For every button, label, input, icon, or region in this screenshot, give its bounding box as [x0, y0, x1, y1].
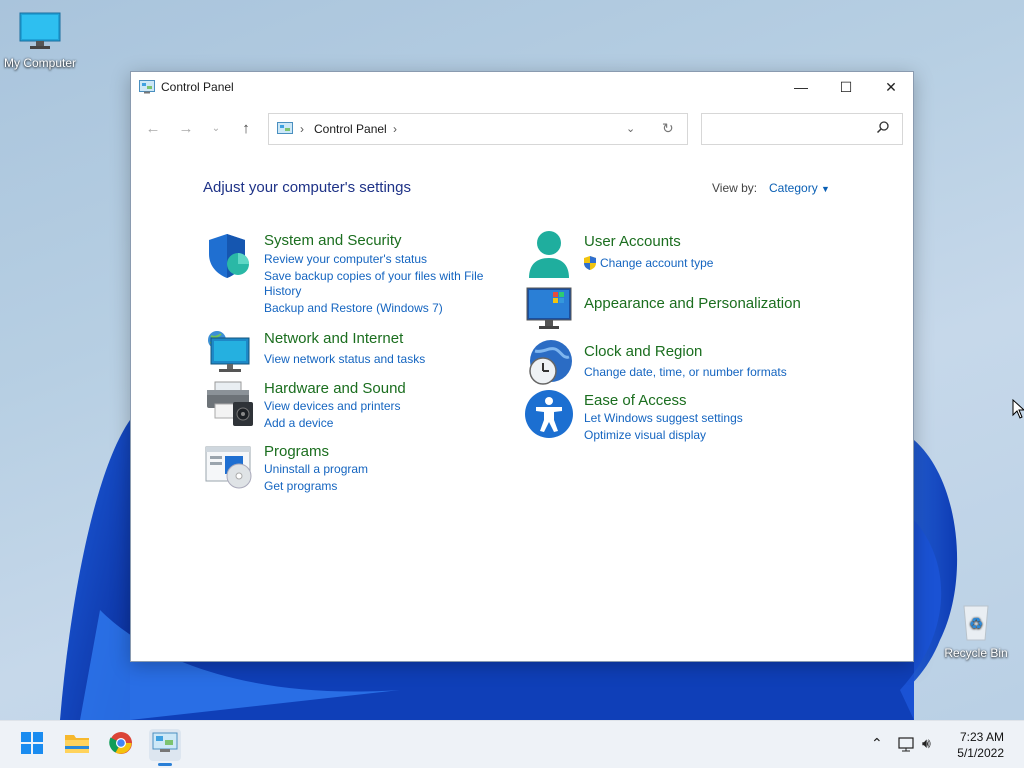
- refresh-icon[interactable]: ↻: [662, 120, 674, 137]
- category-title[interactable]: Clock and Region: [584, 343, 702, 360]
- link-uninstall-program[interactable]: Uninstall a program: [264, 462, 368, 476]
- category-title[interactable]: Appearance and Personalization: [584, 295, 801, 312]
- minimize-icon: —: [794, 79, 808, 95]
- control-panel-window: Control Panel — ☐ ✕ ← → ⌄ ↑ › Control Pa…: [130, 71, 914, 662]
- taskbar-file-explorer[interactable]: [61, 729, 93, 761]
- svg-text:♻: ♻: [969, 616, 983, 633]
- desktop-icon-my-computer[interactable]: My Computer: [0, 12, 80, 70]
- minimize-button[interactable]: —: [778, 72, 824, 102]
- control-panel-icon: [139, 80, 155, 94]
- category-title[interactable]: Programs: [264, 443, 329, 460]
- link-suggest-settings[interactable]: Let Windows suggest settings: [584, 411, 743, 425]
- back-arrow-icon: ←: [145, 120, 161, 137]
- uac-shield-icon: [583, 256, 597, 275]
- category-title[interactable]: System and Security: [264, 232, 402, 249]
- breadcrumb-control-panel[interactable]: Control Panel: [314, 122, 387, 136]
- title-bar[interactable]: Control Panel — ☐ ✕: [131, 72, 913, 102]
- caret-down-icon: ▼: [821, 184, 830, 194]
- link-backup-restore[interactable]: Backup and Restore (Windows 7): [264, 301, 443, 315]
- show-hidden-icons-chevron-icon[interactable]: ⌃: [871, 735, 883, 752]
- link-change-account-type[interactable]: Change account type: [600, 256, 713, 270]
- recent-locations-button[interactable]: ⌄: [206, 120, 226, 138]
- close-button[interactable]: ✕: [868, 72, 914, 102]
- taskbar: ⌃ 🔊︎ 7:23 AM 5/1/2022: [0, 720, 1024, 768]
- clock-globe-icon: [525, 339, 573, 387]
- printer-icon: [205, 380, 253, 428]
- clock-time: 7:23 AM: [959, 730, 1004, 744]
- maximize-icon: ☐: [839, 78, 853, 95]
- chrome-icon: [109, 731, 133, 760]
- close-icon: ✕: [885, 78, 897, 95]
- maximize-button[interactable]: ☐: [823, 72, 869, 102]
- taskbar-chrome[interactable]: [105, 729, 137, 761]
- accessibility-icon: [525, 390, 573, 438]
- view-by-value: Category: [769, 181, 818, 195]
- programs-icon: [205, 443, 253, 491]
- desktop-icon-label: Recycle Bin: [944, 646, 1008, 660]
- navigation-bar: ← → ⌄ ↑ › Control Panel › ⌄ ↻: [131, 112, 913, 146]
- user-icon: [525, 230, 573, 278]
- clock[interactable]: 7:23 AM 5/1/2022: [957, 729, 1004, 761]
- link-devices-printers[interactable]: View devices and printers: [264, 399, 401, 413]
- link-change-date-time[interactable]: Change date, time, or number formats: [584, 365, 787, 379]
- breadcrumb-separator: ›: [300, 122, 304, 136]
- control-panel-icon: [277, 122, 293, 141]
- address-dropdown-icon[interactable]: ⌄: [626, 122, 635, 135]
- window-title: Control Panel: [161, 80, 234, 94]
- forward-button[interactable]: →: [176, 120, 196, 138]
- forward-arrow-icon: →: [178, 120, 194, 137]
- view-by-label: View by:: [712, 181, 758, 195]
- start-button[interactable]: [16, 729, 48, 761]
- up-arrow-icon: ↑: [242, 120, 250, 137]
- shield-icon: [205, 232, 253, 280]
- category-title[interactable]: Network and Internet: [264, 330, 403, 347]
- link-get-programs[interactable]: Get programs: [264, 479, 337, 493]
- desktop-icon-recycle-bin[interactable]: ♻ Recycle Bin: [936, 602, 1016, 660]
- search-input[interactable]: [708, 120, 868, 138]
- back-button[interactable]: ←: [143, 120, 163, 138]
- link-add-device[interactable]: Add a device: [264, 416, 333, 430]
- link-file-history[interactable]: Save backup copies of your files with Fi…: [264, 269, 483, 283]
- taskbar-control-panel[interactable]: [149, 729, 181, 766]
- category-title[interactable]: User Accounts: [584, 233, 681, 250]
- category-title[interactable]: Hardware and Sound: [264, 380, 406, 397]
- search-icon[interactable]: [876, 120, 890, 139]
- desktop-icon-label: My Computer: [3, 56, 77, 70]
- up-button[interactable]: ↑: [236, 120, 256, 138]
- active-window-indicator: [158, 763, 172, 766]
- clock-date: 5/1/2022: [957, 746, 1004, 760]
- category-title[interactable]: Ease of Access: [584, 392, 687, 409]
- monitor-icon: [18, 12, 62, 52]
- address-bar[interactable]: › Control Panel › ⌄ ↻: [268, 113, 688, 145]
- recycle-bin-icon: ♻: [954, 602, 998, 642]
- link-review-status[interactable]: Review your computer's status: [264, 252, 427, 266]
- search-box[interactable]: [701, 113, 903, 145]
- start-icon: [20, 731, 44, 760]
- link-file-history-cont[interactable]: History: [264, 284, 301, 298]
- view-by-dropdown[interactable]: Category ▼: [769, 181, 830, 195]
- network-globe-icon: [205, 330, 253, 378]
- breadcrumb-separator[interactable]: ›: [393, 122, 397, 136]
- link-network-status[interactable]: View network status and tasks: [264, 352, 425, 366]
- display-icon: [525, 286, 573, 334]
- mouse-cursor-icon: [1012, 398, 1024, 424]
- volume-icon[interactable]: 🔊︎: [922, 735, 931, 752]
- network-icon[interactable]: [898, 736, 916, 757]
- link-optimize-display[interactable]: Optimize visual display: [584, 428, 706, 442]
- chevron-down-icon: ⌄: [211, 123, 221, 134]
- page-title: Adjust your computer's settings: [203, 179, 411, 196]
- control-panel-icon: [152, 732, 178, 759]
- file-explorer-icon: [64, 732, 90, 759]
